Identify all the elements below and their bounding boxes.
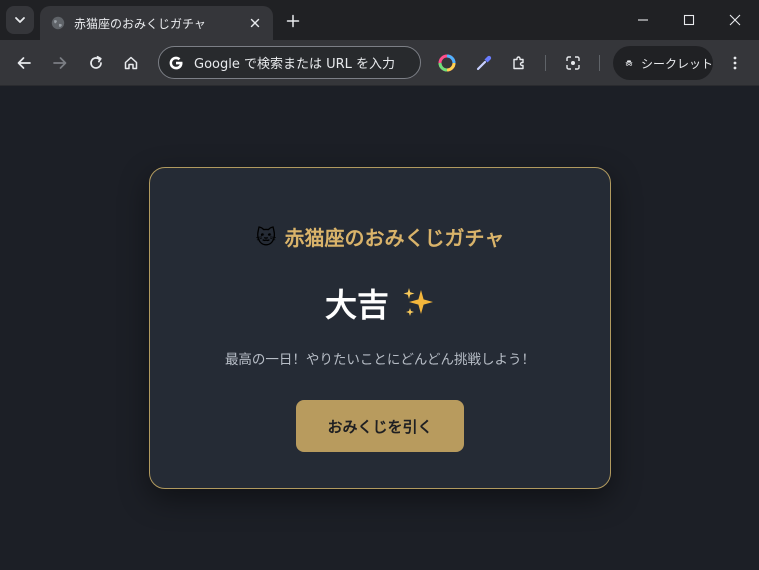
- home-button[interactable]: [119, 51, 143, 75]
- google-g-icon: [169, 56, 183, 69]
- reload-icon: [90, 55, 102, 69]
- browser-toolbar: Google で検索または URL を入力 シークレット: [0, 40, 759, 86]
- arrow-left-icon: [17, 57, 31, 69]
- card-heading: 🐱 赤猫座のおみくじガチャ: [150, 222, 610, 251]
- tab-close-icon[interactable]: [247, 15, 263, 31]
- omikuji-card: 🐱 赤猫座のおみくじガチャ 大吉 最高の一日！やりたいことにどんどん挑戦しよう！…: [149, 167, 611, 489]
- lens-icon: [566, 56, 580, 70]
- maximize-button[interactable]: [677, 8, 701, 32]
- home-icon: [124, 56, 138, 70]
- forward-button[interactable]: [48, 51, 72, 75]
- incognito-icon: [625, 60, 633, 66]
- tab-search-button[interactable]: [6, 6, 34, 34]
- toolbar-separator: [545, 55, 546, 71]
- reload-button[interactable]: [84, 51, 108, 75]
- chevron-down-icon: [15, 17, 25, 23]
- draw-omikuji-button[interactable]: おみくじを引く: [296, 400, 464, 452]
- color-wheel-icon: [438, 54, 456, 72]
- result-row: 大吉: [150, 280, 610, 326]
- address-bar-placeholder: Google で検索または URL を入力: [194, 57, 396, 72]
- page-content: 🐱 赤猫座のおみくじガチャ 大吉 最高の一日！やりたいことにどんどん挑戦しよう！…: [0, 87, 759, 570]
- arrow-right-icon: [53, 57, 67, 69]
- eyedropper-icon: [476, 55, 492, 71]
- minimize-button[interactable]: [631, 8, 655, 32]
- color-extension-button[interactable]: [435, 51, 459, 75]
- lens-button[interactable]: [561, 51, 585, 75]
- fortune-message: 最高の一日！やりたいことにどんどん挑戦しよう！: [224, 352, 536, 368]
- new-tab-button[interactable]: [282, 10, 304, 32]
- page-title: 赤猫座のおみくじガチャ: [284, 226, 505, 250]
- extensions-button[interactable]: [507, 51, 531, 75]
- sparkles-icon: [403, 288, 433, 316]
- incognito-indicator[interactable]: シークレット: [613, 46, 713, 80]
- menu-button[interactable]: [723, 51, 747, 75]
- close-icon: [729, 14, 741, 26]
- more-vertical-icon: [733, 56, 737, 70]
- plus-icon: [286, 14, 300, 28]
- eyedropper-extension-button[interactable]: [472, 51, 496, 75]
- incognito-label: シークレット: [640, 56, 713, 71]
- address-bar[interactable]: Google で検索または URL を入力: [158, 46, 421, 79]
- tab-strip: 赤猫座のおみくじガチャ: [0, 0, 759, 40]
- active-tab[interactable]: 赤猫座のおみくじガチャ: [40, 6, 273, 40]
- toolbar-separator-2: [599, 55, 600, 71]
- tab-title: 赤猫座のおみくじガチャ: [74, 16, 206, 31]
- window-close-button[interactable]: [723, 8, 747, 32]
- puzzle-icon: [513, 56, 524, 70]
- globe-icon: [50, 15, 66, 31]
- cat-face-icon: 🐱: [255, 224, 277, 249]
- fortune-result: 大吉: [324, 286, 389, 324]
- minimize-icon: [638, 19, 648, 21]
- maximize-icon: [683, 14, 695, 26]
- back-button[interactable]: [12, 51, 36, 75]
- browser-window: 赤猫座のおみくじガチャ Google で検索または URL を入力 シークレット…: [0, 0, 759, 570]
